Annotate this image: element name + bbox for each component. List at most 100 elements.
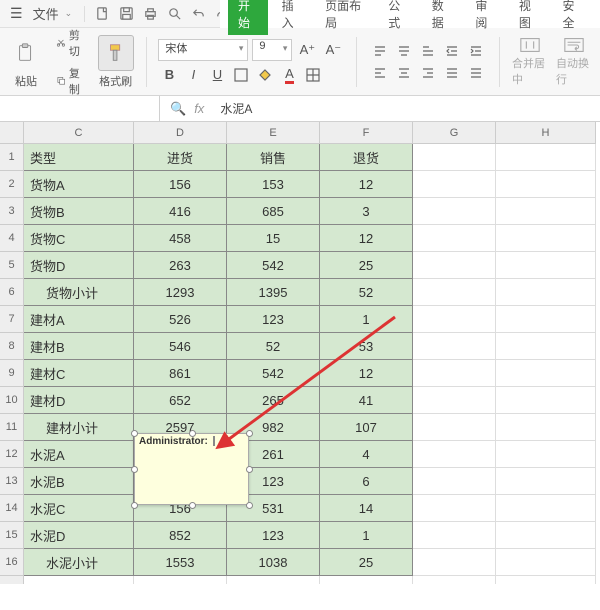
bold-button[interactable]: B [158, 65, 180, 85]
row-header-8[interactable]: 8 [0, 333, 24, 360]
row-header-1[interactable]: 1 [0, 144, 24, 171]
cell[interactable]: 12 [320, 225, 413, 252]
increase-font-icon[interactable]: A⁺ [296, 40, 318, 60]
cell[interactable] [496, 441, 596, 468]
cell[interactable]: 货物D [24, 252, 134, 279]
col-header-H[interactable]: H [496, 122, 596, 144]
cell[interactable]: 4 [320, 441, 413, 468]
cell[interactable]: 水泥小计 [24, 549, 134, 576]
cell[interactable]: 14 [320, 495, 413, 522]
cell[interactable] [496, 360, 596, 387]
cell[interactable]: 1293 [134, 279, 227, 306]
distribute-icon[interactable] [465, 63, 487, 83]
indent-decrease-icon[interactable] [441, 41, 463, 61]
cell[interactable]: 861 [134, 360, 227, 387]
cell[interactable] [413, 225, 496, 252]
row-header-11[interactable]: 11 [0, 414, 24, 441]
cell[interactable]: 52 [227, 333, 320, 360]
tab-formula[interactable]: 公式 [378, 0, 418, 35]
cell[interactable]: 41 [320, 387, 413, 414]
cell[interactable] [24, 576, 134, 584]
cell[interactable] [413, 495, 496, 522]
cell[interactable]: 销售 [227, 144, 320, 171]
cell[interactable]: 建材B [24, 333, 134, 360]
cell[interactable] [496, 198, 596, 225]
cell[interactable]: 1395 [227, 279, 320, 306]
format-painter-button[interactable] [98, 35, 134, 71]
resize-handle[interactable] [246, 430, 253, 437]
decrease-font-icon[interactable]: A⁻ [322, 40, 344, 60]
cell[interactable]: 水泥A [24, 441, 134, 468]
cell[interactable] [413, 522, 496, 549]
cell[interactable]: 货物小计 [24, 279, 134, 306]
cell[interactable] [227, 576, 320, 584]
cell[interactable]: 类型 [24, 144, 134, 171]
fill-color-button[interactable] [254, 65, 276, 85]
row-header-7[interactable]: 7 [0, 306, 24, 333]
cell[interactable]: 1 [320, 306, 413, 333]
preview-icon[interactable] [163, 3, 185, 25]
cell[interactable] [413, 198, 496, 225]
row-header-3[interactable]: 3 [0, 198, 24, 225]
cell[interactable] [496, 225, 596, 252]
cell[interactable] [413, 171, 496, 198]
undo-icon[interactable] [187, 3, 209, 25]
cell[interactable] [413, 252, 496, 279]
cell[interactable]: 12 [320, 360, 413, 387]
cell[interactable]: 526 [134, 306, 227, 333]
tab-review[interactable]: 审阅 [465, 0, 505, 35]
row-header-17[interactable]: 17 [0, 576, 24, 584]
cell[interactable]: 15 [227, 225, 320, 252]
cell[interactable]: 53 [320, 333, 413, 360]
cell[interactable]: 建材小计 [24, 414, 134, 441]
font-color-button[interactable]: A [278, 65, 300, 85]
cell[interactable]: 建材C [24, 360, 134, 387]
cell[interactable] [413, 387, 496, 414]
cell[interactable]: 156 [134, 171, 227, 198]
align-center-icon[interactable] [393, 63, 415, 83]
border-button[interactable] [230, 65, 252, 85]
row-header-15[interactable]: 15 [0, 522, 24, 549]
new-icon[interactable] [91, 3, 113, 25]
cell[interactable]: 1 [320, 522, 413, 549]
cell[interactable] [496, 387, 596, 414]
tab-view[interactable]: 视图 [509, 0, 549, 35]
align-top-icon[interactable] [369, 41, 391, 61]
fx-icon[interactable]: fx [194, 101, 204, 116]
cell[interactable]: 542 [227, 252, 320, 279]
cell[interactable]: 107 [320, 414, 413, 441]
cell[interactable] [413, 414, 496, 441]
cell[interactable]: 652 [134, 387, 227, 414]
resize-handle[interactable] [246, 466, 253, 473]
cell[interactable] [413, 576, 496, 584]
font-size-select[interactable]: 9 [252, 39, 292, 61]
cell[interactable] [134, 576, 227, 584]
cell[interactable]: 1038 [227, 549, 320, 576]
cell[interactable]: 6 [320, 468, 413, 495]
row-header-13[interactable]: 13 [0, 468, 24, 495]
tab-security[interactable]: 安全 [552, 0, 592, 35]
name-box[interactable] [0, 96, 160, 121]
cell[interactable] [413, 333, 496, 360]
cell[interactable]: 52 [320, 279, 413, 306]
cell[interactable] [496, 333, 596, 360]
cell[interactable]: 153 [227, 171, 320, 198]
col-header-C[interactable]: C [24, 122, 134, 144]
formula-input[interactable]: 水泥A [214, 100, 600, 117]
row-header-14[interactable]: 14 [0, 495, 24, 522]
cell[interactable]: 546 [134, 333, 227, 360]
file-dropdown-icon[interactable]: ⌄ [65, 8, 79, 19]
tab-data[interactable]: 数据 [422, 0, 462, 35]
cell[interactable] [496, 468, 596, 495]
cell[interactable]: 3 [320, 198, 413, 225]
cell[interactable]: 685 [227, 198, 320, 225]
align-bottom-icon[interactable] [417, 41, 439, 61]
cell[interactable] [496, 414, 596, 441]
cell[interactable] [413, 144, 496, 171]
row-header-5[interactable]: 5 [0, 252, 24, 279]
cell[interactable] [413, 360, 496, 387]
cell[interactable]: 265 [227, 387, 320, 414]
col-header-D[interactable]: D [134, 122, 227, 144]
copy-button[interactable]: 复制 [52, 63, 90, 99]
row-header-4[interactable]: 4 [0, 225, 24, 252]
